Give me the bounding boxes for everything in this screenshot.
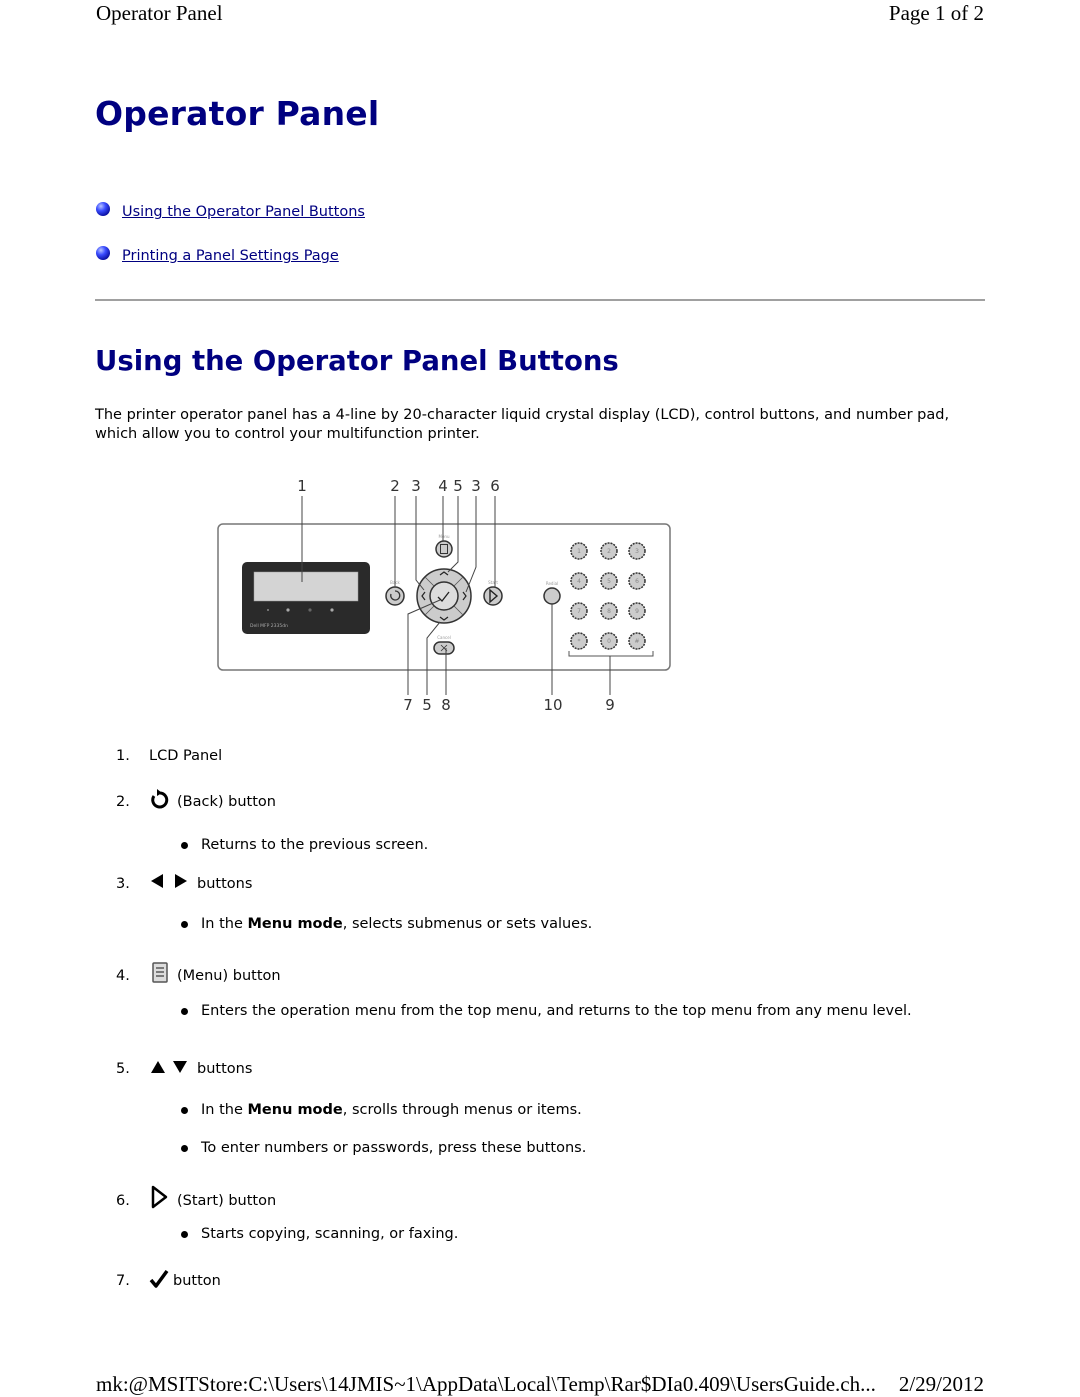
- start-icon: [149, 1185, 171, 1209]
- section-title: Using the Operator Panel Buttons: [95, 345, 619, 377]
- list-item-6: 6. (Start) button: [116, 1185, 276, 1209]
- diagram-keypad-key: 1: [570, 542, 588, 560]
- svg-text:9: 9: [635, 608, 639, 615]
- lcd-panel: Dell MFP 2335dn: [242, 562, 370, 634]
- callout-6: 6: [490, 477, 500, 495]
- svg-text:3: 3: [635, 548, 639, 555]
- toc-item: Printing a Panel Settings Page: [96, 245, 365, 267]
- blue-ball-bullet-icon: [96, 246, 110, 260]
- diagram-keypad-key: 8: [600, 602, 618, 620]
- horizontal-divider: [95, 299, 985, 301]
- callout-1: 1: [297, 477, 307, 495]
- list-item-4: 4. (Menu) button: [116, 962, 281, 984]
- svg-text:Dell MFP 2335dn: Dell MFP 2335dn: [250, 623, 288, 629]
- toc-link-printing-panel-settings-page[interactable]: Printing a Panel Settings Page: [122, 248, 339, 264]
- menu-icon: [149, 962, 171, 984]
- callout-5b: 5: [422, 696, 432, 714]
- list-item-1: 1. LCD Panel: [116, 748, 223, 764]
- callout-3b: 3: [471, 477, 481, 495]
- footer-date: 2/29/2012: [898, 1372, 984, 1396]
- callout-3: 3: [411, 477, 421, 495]
- svg-text:Redial: Redial: [546, 581, 558, 586]
- list-bullet: Enters the operation menu from the top m…: [181, 1002, 971, 1021]
- diagram-keypad-key: 0: [600, 632, 618, 650]
- svg-text:4: 4: [577, 578, 581, 585]
- diagram-keypad-key: 9: [628, 602, 646, 620]
- callout-5: 5: [453, 477, 463, 495]
- svg-text:#: #: [634, 638, 639, 645]
- blue-ball-bullet-icon: [96, 202, 110, 216]
- list-bullet: Returns to the previous screen.: [181, 836, 971, 855]
- callout-10: 10: [543, 696, 562, 714]
- left-right-arrows-icon: [149, 874, 191, 892]
- back-arrow-icon: [149, 788, 171, 810]
- diagram-keypad-key: 7: [570, 602, 588, 620]
- footer-file-path: mk:@MSITStore:C:\Users\14JMIS~1\AppData\…: [96, 1372, 876, 1396]
- callout-4: 4: [438, 477, 448, 495]
- list-bullet: Starts copying, scanning, or faxing.: [181, 1225, 971, 1244]
- callout-7: 7: [403, 696, 413, 714]
- page-header-title: Operator Panel: [96, 1, 223, 25]
- diagram-keypad-key: 4: [570, 572, 588, 590]
- list-bullet: In the Menu mode, scrolls through menus …: [181, 1101, 971, 1120]
- svg-text:6: 6: [635, 578, 639, 585]
- diagram-keypad-key: *: [570, 632, 588, 650]
- svg-text:7: 7: [577, 608, 581, 615]
- table-of-contents: Using the Operator Panel Buttons Printin…: [96, 201, 365, 289]
- toc-item: Using the Operator Panel Buttons: [96, 201, 365, 223]
- checkmark-icon: [149, 1269, 169, 1289]
- svg-text:Menu: Menu: [439, 534, 450, 539]
- page-indicator: Page 1 of 2: [888, 1, 984, 25]
- page-title: Operator Panel: [95, 94, 380, 133]
- callout-8: 8: [441, 696, 451, 714]
- list-item-5: 5. buttons: [116, 1059, 253, 1077]
- toc-link-using-operator-panel-buttons[interactable]: Using the Operator Panel Buttons: [122, 204, 365, 220]
- callout-9: 9: [605, 696, 615, 714]
- svg-text:Cancel: Cancel: [437, 635, 451, 640]
- svg-text:*: *: [578, 638, 581, 645]
- list-item-7: 7. button: [116, 1269, 221, 1289]
- up-down-arrows-icon: [149, 1059, 191, 1077]
- diagram-keypad-key: 3: [628, 542, 646, 560]
- operator-panel-diagram: 1 2 3 4 5 3 6 7 5 8 10 9 Dell MFP 2335dn…: [217, 477, 671, 714]
- list-item-3: 3. buttons: [116, 874, 253, 892]
- diagram-keypad-key: #: [628, 632, 646, 650]
- diagram-navigation-ring: [416, 568, 472, 624]
- svg-text:5: 5: [607, 578, 611, 585]
- svg-text:2: 2: [607, 548, 611, 555]
- diagram-keypad-key: 2: [600, 542, 618, 560]
- callout-2: 2: [390, 477, 400, 495]
- svg-text:0: 0: [607, 638, 611, 645]
- list-bullet: In the Menu mode, selects submenus or se…: [181, 915, 971, 934]
- diagram-keypad-key: 6: [628, 572, 646, 590]
- svg-text:1: 1: [577, 548, 581, 555]
- diagram-keypad-key: 5: [600, 572, 618, 590]
- diagram-redial-button: Redial: [543, 581, 561, 605]
- svg-text:Start: Start: [488, 580, 498, 585]
- list-bullet: To enter numbers or passwords, press the…: [181, 1139, 971, 1158]
- intro-paragraph: The printer operator panel has a 4-line …: [95, 407, 950, 442]
- svg-text:8: 8: [607, 608, 611, 615]
- list-item-2: 2. (Back) button: [116, 788, 276, 810]
